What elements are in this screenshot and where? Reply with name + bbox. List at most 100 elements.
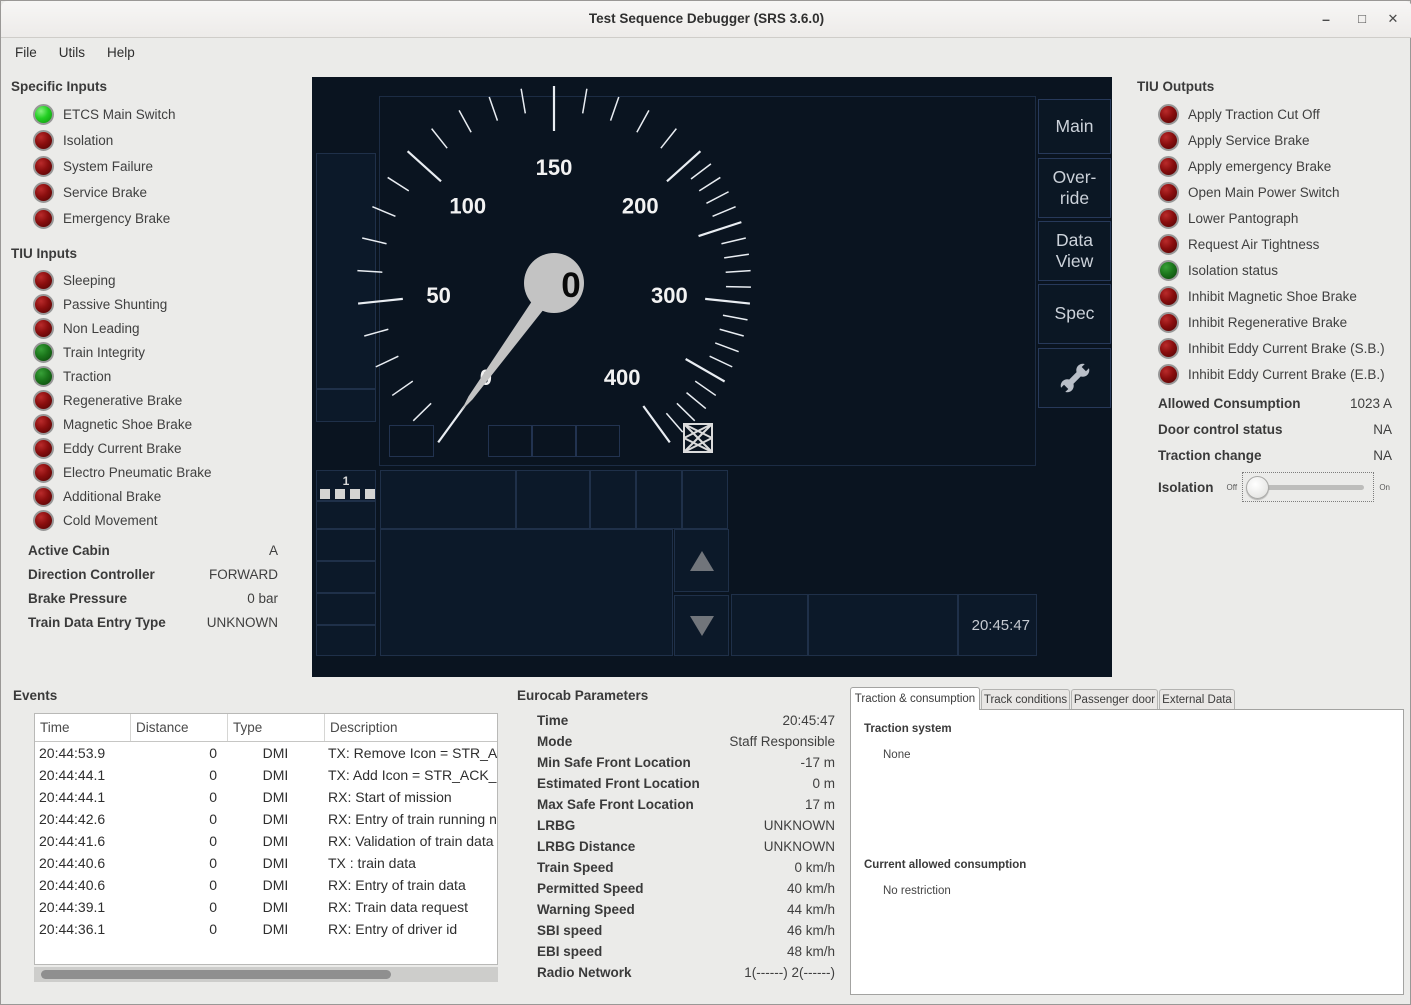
dmi-cell	[316, 501, 376, 529]
led-indicator[interactable]	[33, 318, 54, 339]
event-description: RX: Entry of train data	[324, 874, 497, 896]
planning-area	[380, 529, 673, 656]
close-button[interactable]: ✕	[1382, 8, 1404, 30]
led-indicator[interactable]	[33, 366, 54, 387]
dmi-button-override[interactable]: Over-ride	[1038, 158, 1111, 218]
led-label: Inhibit Eddy Current Brake (E.B.)	[1188, 367, 1385, 382]
led-indicator[interactable]	[33, 270, 54, 291]
led-row: Inhibit Eddy Current Brake (E.B.)	[1158, 361, 1395, 387]
field-label: Brake Pressure	[28, 591, 127, 606]
scroll-up-button[interactable]	[674, 529, 729, 592]
field-row: Train Speed0 km/h	[537, 857, 835, 878]
maximize-button[interactable]: □	[1351, 8, 1373, 30]
dial-label: 300	[651, 283, 688, 308]
scroll-down-button[interactable]	[674, 595, 729, 656]
field-value: 40 km/h	[787, 881, 835, 896]
tab-passenger-door[interactable]: Passenger door	[1071, 689, 1158, 710]
led-label: Sleeping	[63, 273, 116, 288]
led-label: ETCS Main Switch	[63, 107, 176, 122]
led-indicator[interactable]	[33, 130, 54, 151]
dmi-cell	[316, 625, 376, 656]
table-row[interactable]: 20:44:42.60DMIRX: Entry of train running…	[35, 808, 497, 830]
tab-external-data[interactable]: External Data	[1159, 689, 1235, 710]
led-indicator[interactable]	[33, 294, 54, 315]
allowed-consumption-heading: Current allowed consumption	[864, 859, 1026, 871]
led-indicator	[1158, 234, 1179, 255]
field-value: NA	[1373, 448, 1392, 463]
led-row: ETCS Main Switch	[33, 101, 301, 127]
current-speed-value: 0	[561, 266, 580, 305]
table-row[interactable]: 20:44:36.10DMIRX: Entry of driver id	[35, 918, 497, 940]
field-label: SBI speed	[537, 923, 602, 938]
isolation-control-row: Isolation Off On	[1158, 472, 1395, 502]
field-label: Allowed Consumption	[1158, 396, 1301, 411]
table-row[interactable]: 20:44:53.90DMITX: Remove Icon = STR_AC	[35, 742, 497, 764]
led-indicator[interactable]	[33, 390, 54, 411]
tab-track-conditions[interactable]: Track conditions	[981, 689, 1070, 710]
event-time: 20:44:39.1	[35, 896, 130, 918]
table-row[interactable]: 20:44:41.60DMIRX: Validation of train da…	[35, 830, 497, 852]
table-row[interactable]: 20:44:44.10DMITX: Add Icon = STR_ACK_S	[35, 764, 497, 786]
led-indicator	[1158, 260, 1179, 281]
tab-traction-consumption[interactable]: Traction & consumption	[850, 687, 980, 710]
dmi-button-spec[interactable]: Spec	[1038, 284, 1111, 344]
led-indicator	[1158, 130, 1179, 151]
events-hscrollbar-thumb[interactable]	[41, 970, 391, 979]
led-label: Isolation	[63, 133, 113, 148]
led-indicator[interactable]	[33, 438, 54, 459]
isolation-slider-handle[interactable]	[1246, 476, 1269, 499]
isolation-slider[interactable]	[1242, 472, 1374, 502]
dmi-button-data-view[interactable]: DataView	[1038, 221, 1111, 281]
table-row[interactable]: 20:44:39.10DMIRX: Train data request	[35, 896, 497, 918]
led-indicator[interactable]	[33, 462, 54, 483]
menu-item-file[interactable]: File	[4, 38, 48, 67]
led-label: Apply Traction Cut Off	[1188, 107, 1320, 122]
table-row[interactable]: 20:44:40.60DMIRX: Entry of train data	[35, 874, 497, 896]
event-time: 20:44:42.6	[35, 808, 130, 830]
led-label: Train Integrity	[63, 345, 145, 360]
event-time: 20:44:44.1	[35, 786, 130, 808]
led-indicator[interactable]	[33, 182, 54, 203]
field-value: 0 m	[812, 776, 835, 791]
led-label: Non Leading	[63, 321, 140, 336]
led-indicator[interactable]	[33, 414, 54, 435]
led-indicator[interactable]	[33, 156, 54, 177]
menu-item-help[interactable]: Help	[96, 38, 146, 67]
led-row: Isolation	[33, 127, 301, 153]
field-row: Estimated Front Location0 m	[537, 773, 835, 794]
events-hscrollbar[interactable]	[34, 967, 498, 982]
button-label-line: View	[1056, 251, 1094, 272]
event-distance: 0	[130, 896, 227, 918]
led-indicator[interactable]	[33, 510, 54, 531]
led-row: Apply Service Brake	[1158, 127, 1395, 153]
event-distance: 0	[130, 918, 227, 940]
cab-status-fields: Active CabinADirection ControllerFORWARD…	[28, 538, 278, 634]
led-indicator[interactable]	[33, 104, 54, 125]
event-distance: 0	[130, 830, 227, 852]
led-row: Apply emergency Brake	[1158, 153, 1395, 179]
table-row[interactable]: 20:44:40.60DMITX : train data	[35, 852, 497, 874]
minimize-button[interactable]: –	[1315, 8, 1337, 30]
isolation-on-label: On	[1379, 483, 1390, 492]
event-type: DMI	[227, 918, 324, 940]
events-title: Events	[13, 688, 57, 703]
settings-button[interactable]	[1038, 348, 1111, 408]
field-label: Radio Network	[537, 965, 632, 980]
field-label: Door control status	[1158, 422, 1283, 437]
event-type: DMI	[227, 874, 324, 896]
led-indicator[interactable]	[33, 486, 54, 507]
field-label: Permitted Speed	[537, 881, 644, 896]
traction-system-heading: Traction system	[864, 723, 952, 735]
dmi-button-main[interactable]: Main	[1038, 99, 1111, 154]
table-row[interactable]: 20:44:44.10DMIRX: Start of mission	[35, 786, 497, 808]
led-indicator	[1158, 208, 1179, 229]
event-distance: 0	[130, 742, 227, 764]
led-indicator[interactable]	[33, 208, 54, 229]
tiu-inputs-title: TIU Inputs	[11, 246, 301, 261]
led-label: Request Air Tightness	[1188, 237, 1319, 252]
event-type: DMI	[227, 852, 324, 874]
led-indicator[interactable]	[33, 342, 54, 363]
led-label: Open Main Power Switch	[1188, 185, 1340, 200]
menu-item-utils[interactable]: Utils	[48, 38, 96, 67]
field-row: Allowed Consumption1023 A	[1158, 390, 1392, 416]
